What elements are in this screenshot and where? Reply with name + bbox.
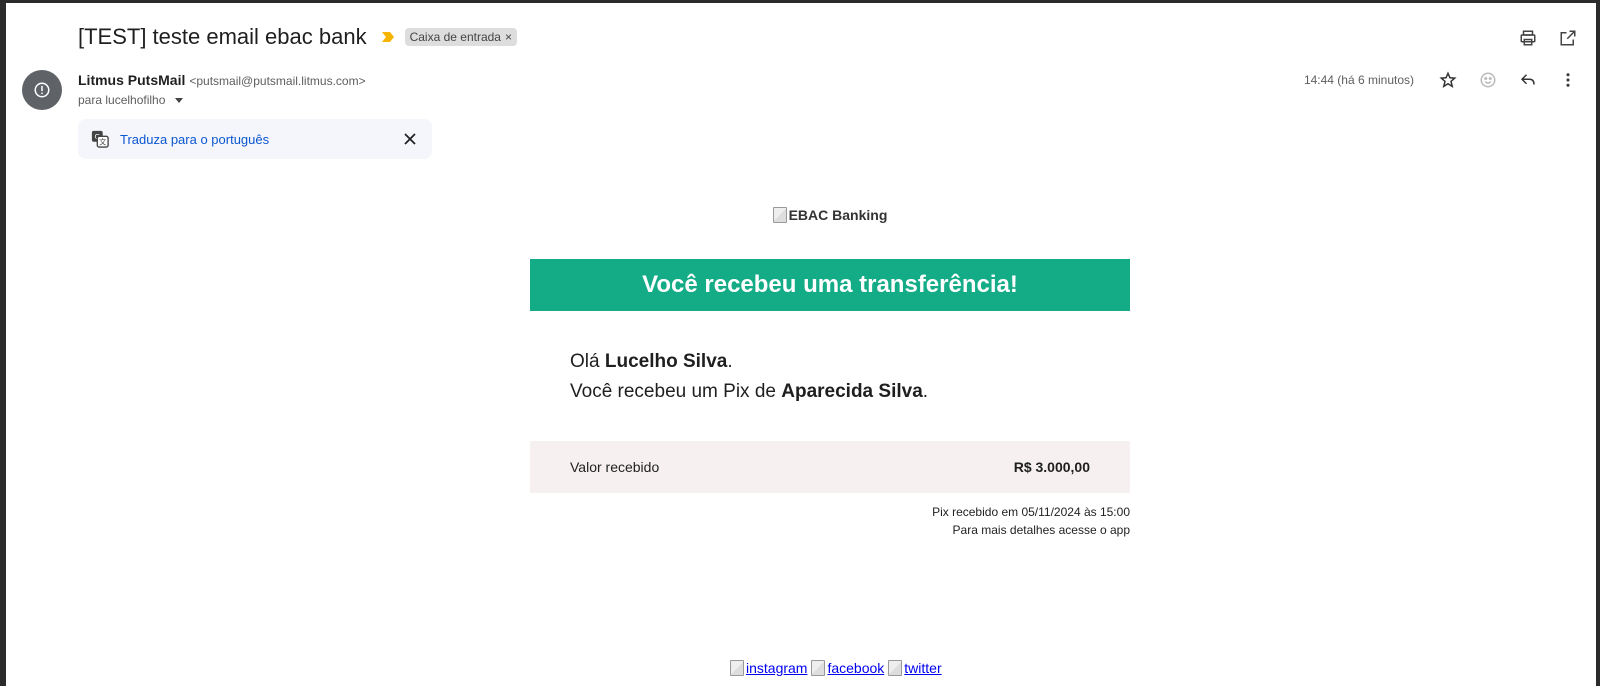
important-marker-icon[interactable]: [381, 30, 395, 44]
greeting-suffix: .: [727, 351, 733, 372]
amount-value: R$ 3.000,00: [1013, 459, 1090, 475]
amount-label: Valor recebido: [570, 459, 660, 475]
logo-alt-text: EBAC Banking: [788, 207, 888, 223]
facebook-broken-image-icon: [811, 660, 826, 676]
twitter-link[interactable]: twitter: [888, 660, 942, 676]
recipient-name: Lucelho Silva: [604, 351, 728, 372]
chevron-down-icon[interactable]: [175, 97, 184, 103]
pix-sender-name: Aparecida Silva: [781, 381, 923, 402]
reply-icon[interactable]: [1516, 68, 1540, 92]
window-frame-top: [0, 0, 1600, 3]
greeting-line: Olá Lucelho Silva.: [570, 347, 1130, 377]
translate-icon: G文: [90, 129, 110, 149]
label-chip-text: Caixa de entrada: [409, 30, 501, 44]
twitter-alt: twitter: [904, 660, 942, 676]
broken-image-icon: [772, 207, 787, 223]
sender-row: Litmus PutsMail <putsmail@putsmail.litmu…: [78, 72, 366, 88]
recipient-row: para lucelhofilho: [78, 93, 184, 107]
pix-line: Você recebeu um Pix de Aparecida Silva.: [570, 377, 1130, 407]
logo-wrap: EBAC Banking: [530, 207, 1130, 231]
alert-circle-icon: [34, 82, 50, 98]
timestamp: 14:44 (há 6 minutos): [1303, 73, 1414, 87]
transfer-banner: Você recebeu uma transferência!: [530, 259, 1130, 311]
close-icon[interactable]: [400, 129, 420, 149]
facebook-link[interactable]: facebook: [811, 660, 884, 676]
translate-link[interactable]: Traduza para o português: [120, 132, 269, 147]
more-vert-icon[interactable]: [1556, 68, 1580, 92]
pix-prefix: Você recebeu um Pix de: [570, 381, 782, 402]
amount-box: Valor recebido R$ 3.000,00: [530, 441, 1130, 493]
window-frame-left: [0, 0, 6, 686]
email-content: EBAC Banking Você recebeu uma transferên…: [530, 200, 1130, 539]
social-links: instagram facebook twitter: [730, 660, 942, 676]
recipient-text: para lucelhofilho: [78, 93, 166, 107]
instagram-link[interactable]: instagram: [730, 660, 807, 676]
pix-suffix: .: [922, 381, 929, 402]
star-icon[interactable]: [1436, 68, 1460, 92]
sender-avatar[interactable]: [22, 70, 62, 110]
top-actions: [1516, 26, 1580, 50]
greeting-prefix: Olá: [570, 351, 605, 372]
instagram-alt: instagram: [746, 660, 808, 676]
sender-name[interactable]: Litmus PutsMail: [78, 72, 185, 88]
print-icon[interactable]: [1516, 26, 1540, 50]
email-subject: [TEST] teste email ebac bank: [78, 24, 367, 49]
instagram-broken-image-icon: [730, 660, 744, 676]
window-frame-right: [1596, 0, 1600, 686]
emoji-icon[interactable]: [1476, 68, 1500, 92]
translate-bar: G文 Traduza para o português: [78, 119, 432, 159]
remove-label-icon[interactable]: ×: [505, 30, 512, 44]
footnote: Pix recebido em 05/11/2024 às 15:00 Para…: [530, 503, 1130, 539]
greeting: Olá Lucelho Silva. Você recebeu um Pix d…: [530, 347, 1130, 407]
footnote-app: Para mais detalhes acesse o app: [952, 523, 1130, 537]
sender-email: <putsmail@putsmail.litmus.com>: [189, 74, 366, 88]
open-in-new-icon[interactable]: [1556, 26, 1580, 50]
subject-row: [TEST] teste email ebac bank Caixa de en…: [78, 22, 517, 52]
label-chip-inbox[interactable]: Caixa de entrada ×: [404, 28, 517, 46]
svg-text:文: 文: [99, 137, 106, 146]
ebac-logo: EBAC Banking: [772, 207, 888, 223]
message-meta: 14:44 (há 6 minutos): [1304, 68, 1580, 92]
twitter-broken-image-icon: [888, 660, 903, 676]
facebook-alt: facebook: [827, 660, 885, 676]
footnote-date: Pix recebido em 05/11/2024 às 15:00: [932, 505, 1130, 519]
